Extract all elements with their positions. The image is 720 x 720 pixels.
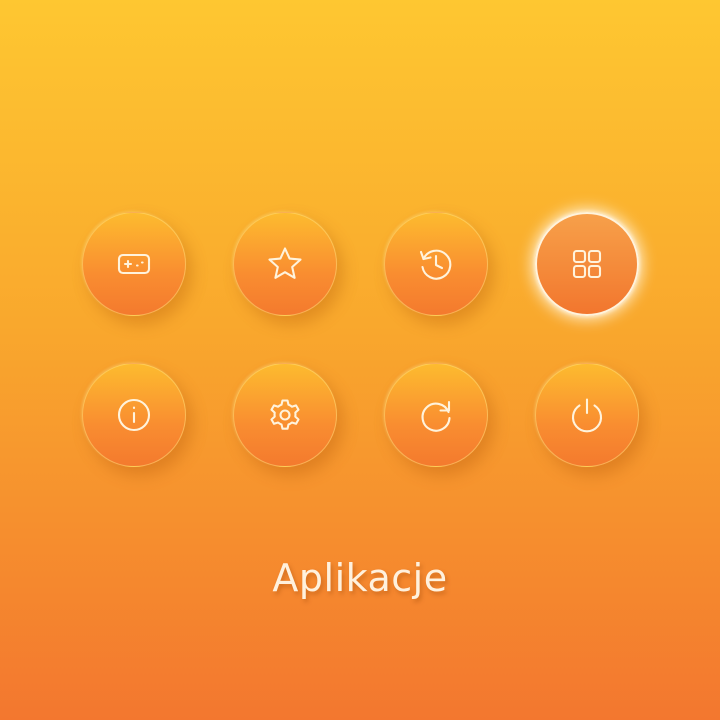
- star-icon: [261, 240, 309, 288]
- info-button[interactable]: [82, 363, 186, 467]
- history-button[interactable]: [384, 212, 488, 316]
- gamepad-icon: [110, 240, 158, 288]
- apps-button[interactable]: [535, 212, 639, 316]
- favorites-button[interactable]: [233, 212, 337, 316]
- refresh-icon: [412, 391, 460, 439]
- history-icon: [412, 240, 460, 288]
- info-icon: [110, 391, 158, 439]
- gear-icon: [261, 391, 309, 439]
- power-icon: [563, 391, 611, 439]
- settings-button[interactable]: [233, 363, 337, 467]
- grid-icon: [563, 240, 611, 288]
- games-button[interactable]: [82, 212, 186, 316]
- refresh-button[interactable]: [384, 363, 488, 467]
- power-button[interactable]: [535, 363, 639, 467]
- menu-grid: [0, 0, 720, 720]
- selected-item-label: Aplikacje: [272, 556, 448, 600]
